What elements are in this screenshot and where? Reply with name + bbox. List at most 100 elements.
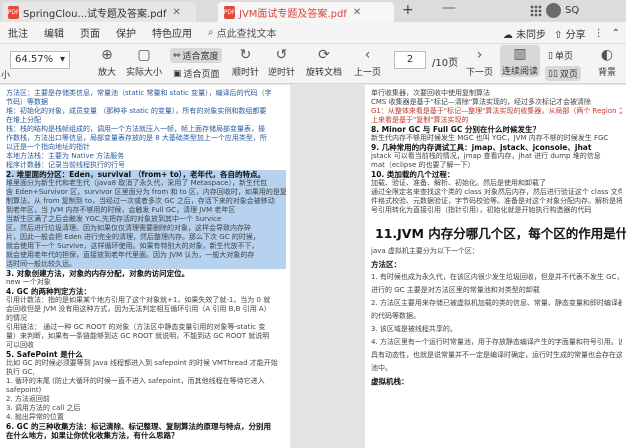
text-line: 可以回收 [6, 341, 34, 349]
section-heading: 11.JVM 内存分哪几个区，每个区的作用是什么? [375, 226, 626, 241]
background-label: 背景 [598, 68, 617, 78]
pdf-icon: PDF [224, 5, 235, 19]
text-line: 9. 几种常用的内存调试工具：jmap、jstack、jconsole、jhat [371, 143, 592, 152]
text-line: 堆里面分为新生代和老生代（java8 取消了永久代，采用了 Metaspace）… [6, 179, 286, 188]
text-line: 进行的 GC 主要是对方法区里的常量池和对类型的卸载 [371, 286, 540, 294]
background-icon: ◐ [600, 47, 614, 63]
text-line: 片，因此一般会把 Eden 进行完全的清理，然后整理内存。那么下次 GC 的时候… [6, 233, 286, 242]
single-page-label: 单页 [554, 52, 573, 62]
rotate-doc-button[interactable]: ⟳ 旋转文档 [306, 46, 342, 78]
text-line: 作数栈，方法出口等信息，局部变量表存放的是 8 大基础类型加上一个应用类型，所 [6, 134, 267, 142]
page-total: /10页 [432, 58, 459, 69]
text-line: 在什么地方，如果让你优化收集方法，有什么思路？ [6, 431, 179, 440]
minimize-tabs-button[interactable]: — [442, 0, 456, 16]
prev-page-label: 上一页 [354, 68, 382, 78]
text-line: 方法区： [371, 260, 401, 269]
zoom-out-label: 小 [1, 71, 11, 81]
double-page-icon: ▯▯ [548, 68, 558, 79]
more-icon[interactable]: ⋮ [594, 28, 604, 39]
menu-edit[interactable]: 编辑 [36, 25, 72, 40]
text-line: 当新生区满了之后会触发 YGC,先把存活的对象放到其中一个 Survice [6, 215, 286, 224]
background-button[interactable]: ◐ 背景 [598, 46, 616, 78]
text-line: 1. 有时候也成为永久代，在该区内很少发生垃圾回收，但是并不代表不发生 GC，在… [371, 273, 622, 281]
text-line: 件格式校验、元数据验证，字节码校验等。准备是对这个对象分配内存。解析是将符 [371, 197, 622, 205]
zoom-out-button[interactable]: 小 [1, 68, 10, 81]
prev-page-button[interactable]: ‹ 上一页 [354, 46, 381, 78]
text-line: 池中。 [371, 364, 392, 372]
close-icon[interactable]: ✕ [172, 7, 180, 18]
text-line: mat（eclipse 的也要了解一下） [371, 161, 475, 169]
text-line: new 一个对象 [6, 278, 51, 286]
document-area[interactable]: 方法区：主要是存储类信息，常量池（static 常量和 static 变量），编… [0, 85, 626, 448]
text-line: 4. GC 的两种判定方法： [6, 287, 91, 296]
text-line: 引用链法： 通过一种 GC ROOT 的对象（方法区中静态变量引用的对象等-st… [6, 323, 266, 331]
zoom-in-label: 放大 [98, 68, 117, 78]
text-line: 执行 GC, [6, 368, 35, 376]
next-page-button[interactable]: › 下一页 [466, 46, 493, 78]
single-page-button[interactable]: ▯ 单页 [545, 48, 576, 63]
text-line: 8. Minor GC 与 Full GC 分别在什么时候发生？ [371, 125, 541, 134]
text-line: 本地方法栈：主要为 Native 方法服务 [6, 152, 125, 160]
share-icon: ⇧ [554, 30, 563, 41]
new-tab-button[interactable]: + [402, 2, 414, 18]
actual-size-icon: ▢ [137, 47, 151, 63]
sync-icon: ☁ [502, 30, 513, 41]
zoom-in-button[interactable]: ⊕ 放大 [98, 46, 116, 78]
share-button[interactable]: ⇧ 分享 [554, 26, 586, 41]
collapse-icon[interactable]: ⌃ [612, 28, 620, 39]
pdf-page-right: 单行收集器，次要回收中使用复制算法 CMS 收集器是基于"标记—清除"算法实现的，… [365, 85, 626, 448]
text-line: 栈：栈的结构是栈帧组成的，调用一个方法就压入一帧，帧上面存储局部变量表，操 [6, 125, 265, 133]
fit-width-button[interactable]: ⇔ 适合宽度 [170, 48, 222, 63]
text-line: 在堆上分配 [6, 116, 41, 124]
text-line: 通过全限定名来查找这个类的 class 对象然后内存，然后进行验证这个 clas… [371, 188, 622, 196]
find-text-search[interactable]: ⌕ 点此查找文本 [208, 25, 277, 40]
user-area[interactable]: SQ [530, 3, 579, 18]
rotate-cw-button[interactable]: ↻ 顺时针 [232, 46, 259, 78]
toolbar: 64.57% ▾ 小 ⊕ 放大 ▢ 实际大小 ⇔ 适合宽度 ▣ 适合页面 ↻ 顺… [0, 44, 626, 84]
rotate-cw-icon: ↻ [239, 47, 252, 63]
text-line: 到老年区，当 JVM 内存不够用的时候，会触发 Full GC，清理 JVM 老… [6, 206, 286, 215]
text-line: jstack 可以看当前栈的情况，jmap 查看内存，jhat 进行 dump … [371, 152, 601, 160]
actual-size-button[interactable]: ▢ 实际大小 [126, 46, 162, 78]
tab-springcloud[interactable]: PDF SpringClou...试专题及答案.pdf ✕ [2, 2, 196, 22]
menu-annotate[interactable]: 批注 [0, 25, 36, 40]
menu-right: ☁ 未同步 ⇧ 分享 ⋮ ⌃ [503, 26, 620, 41]
text-line: java 虚拟机主要分为以下一个区： [371, 247, 479, 255]
rotate-ccw-label: 逆时针 [268, 68, 296, 78]
text-line: 3. 调用方法的 call 之后 [6, 404, 81, 412]
fit-page-button[interactable]: ▣ 适合页面 [170, 66, 223, 81]
pdf-page-left: 方法区：主要是存储类信息，常量池（static 常量和 static 变量），编… [0, 85, 290, 448]
text-line: 加载、验证、准备、解析、初始化。然后是使用和卸载了 [371, 179, 546, 187]
apps-grid-icon[interactable] [530, 4, 542, 17]
continuous-read-button[interactable]: ▥ 连续阅读 [500, 45, 541, 77]
double-page-button[interactable]: ▯▯ 双页 [545, 66, 581, 81]
zoom-value: 64.57% [15, 54, 54, 65]
next-page-label: 下一页 [466, 68, 494, 78]
menu-protect[interactable]: 保护 [108, 25, 144, 40]
text-line: 堆：初始化的对象，成员变量 （那种非 static 的变量），所有的对象实例和数… [6, 107, 267, 115]
rotate-ccw-button[interactable]: ↺ 逆时针 [268, 46, 295, 78]
tab-label: JVM面试专题及答案.pdf [239, 8, 347, 20]
text-line: 就会使用下一个 Survive，这样循环使用。如果有特别大的对象，新生代放不下， [6, 242, 286, 251]
text-line: 区，然后进行垃圾清理。因为如果仅仅清理需要删除的对象，这样会导致内存碎 [6, 224, 286, 233]
chevron-down-icon: ▾ [59, 54, 65, 65]
zoom-select[interactable]: 64.57% ▾ [10, 51, 70, 69]
tab-jvm[interactable]: PDF JVM面试专题及答案.pdf ✕ [218, 2, 394, 22]
fit-page-icon: ▣ [173, 68, 182, 79]
text-line: 方法区：主要是存储类信息，常量池（static 常量和 static 变量），编… [6, 89, 272, 97]
zoom-in-icon: ⊕ [101, 47, 113, 63]
text-line: 新生代内存不够用时候发生 MGC 也叫 YGC，JVM 内存不够的时候发生 FG… [371, 134, 609, 142]
text-line: 比如 GC 的时候必须要等到 Java 线程都进入到 safepoint 的时候… [6, 359, 278, 367]
text-line: 2. 方法区主要用来存储已被虚拟机加载的类的信息、常量、静态变量和即时编译器编译… [371, 299, 622, 307]
menu-page[interactable]: 页面 [72, 25, 108, 40]
close-icon[interactable]: ✕ [353, 7, 361, 18]
text-line: 3. 该区域是被线程共享的。 [371, 325, 457, 333]
avatar[interactable] [546, 3, 561, 18]
text-line: 程序计数器：记录当前线程执行的行号 [6, 161, 125, 169]
text-line: 号引用转化为直接引用（指针引用），初始化就是开始执行构造器的代码 [371, 206, 592, 214]
fit-width-icon: ⇔ [173, 50, 181, 61]
text-line: 制算法，从 from 复制到 to，当经过一次或者多次 GC 之后，存活下来的对… [6, 197, 286, 206]
page-number-input[interactable]: 2 [394, 51, 426, 69]
menu-features[interactable]: 特色应用 [144, 25, 200, 40]
sync-status[interactable]: ☁ 未同步 [503, 26, 546, 41]
